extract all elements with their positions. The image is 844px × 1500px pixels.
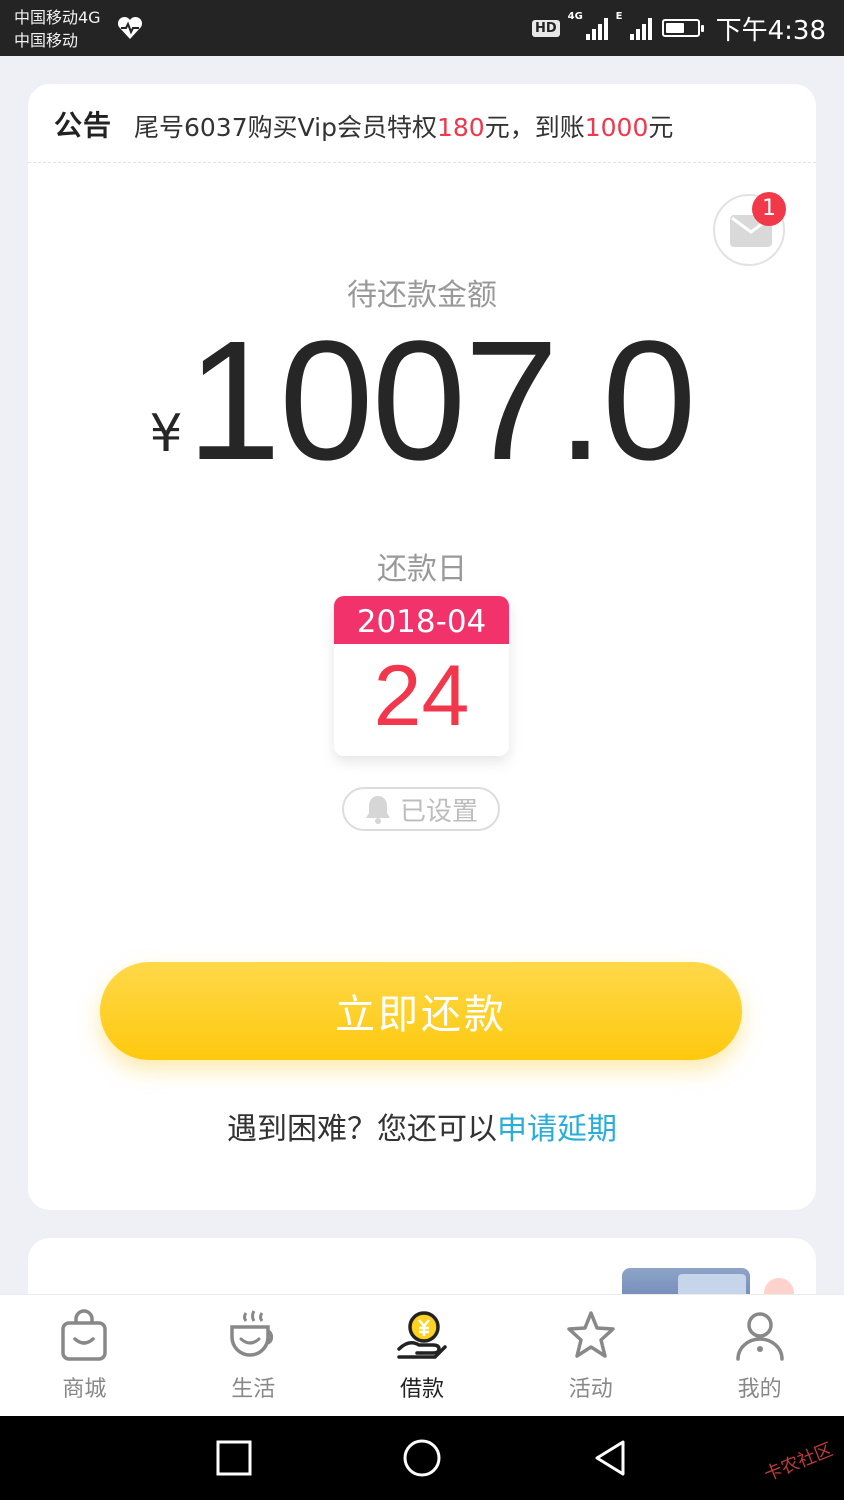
clock: 下午4:38 bbox=[715, 15, 826, 46]
message-count-badge: 1 bbox=[752, 192, 786, 226]
shop-bag-icon bbox=[61, 1309, 108, 1361]
signal-4g-icon: 4G bbox=[568, 12, 608, 40]
extension-help-text: 遇到困难？您还可以申请延期 bbox=[28, 1104, 816, 1148]
network-type-4g: 4G bbox=[567, 11, 583, 22]
reminder-set-label: 已设置 bbox=[399, 796, 478, 827]
star-icon bbox=[567, 1311, 615, 1358]
recent-apps-icon[interactable] bbox=[214, 1438, 254, 1478]
amount-due: ¥1007.0 bbox=[28, 306, 816, 496]
bell-icon bbox=[365, 796, 390, 824]
signal-e-icon: E bbox=[616, 12, 652, 40]
watermark: 卡农社区 bbox=[761, 1439, 836, 1486]
announcement-bar[interactable]: 公告 尾号6037购买Vip会员特权180元，到账1000元 bbox=[28, 84, 816, 163]
battery-icon bbox=[661, 19, 704, 37]
person-icon bbox=[735, 1312, 784, 1361]
bottom-tab-bar: 商城 生活 借款 活动 我的 bbox=[0, 1294, 844, 1417]
hd-voice-icon: HD bbox=[531, 19, 560, 37]
status-bar: 中国移动4G 中国移动 HD 4G E 下午4:38 bbox=[0, 0, 844, 56]
back-icon[interactable] bbox=[590, 1438, 630, 1478]
tab-loan-label: 借款 bbox=[399, 1377, 444, 1402]
network-type-e: E bbox=[615, 11, 623, 22]
repayment-card: 公告 尾号6037购买Vip会员特权180元，到账1000元 1 待还款金额 ¥… bbox=[28, 84, 816, 1210]
announcement-mid: 元，到账 bbox=[484, 113, 585, 142]
repay-now-button[interactable]: 立即还款 bbox=[100, 962, 742, 1060]
due-date-calendar: 2018-04 24 bbox=[334, 596, 509, 756]
currency-symbol: ¥ bbox=[149, 404, 183, 464]
due-date-label: 还款日 bbox=[377, 552, 467, 587]
due-day: 24 bbox=[373, 648, 470, 744]
tab-mine[interactable]: 我的 bbox=[675, 1295, 844, 1417]
tab-activity-label: 活动 bbox=[568, 1377, 613, 1402]
amount-due-value: 1007.0 bbox=[186, 306, 697, 496]
tab-activity[interactable]: 活动 bbox=[506, 1295, 675, 1417]
tab-loan[interactable]: 借款 bbox=[338, 1295, 507, 1417]
home-icon[interactable] bbox=[402, 1438, 442, 1478]
tab-life[interactable]: 生活 bbox=[169, 1295, 338, 1417]
announcement-text: 尾号6037购买Vip会员特权180元，到账1000元 bbox=[134, 108, 673, 144]
carrier-line-1: 中国移动4G bbox=[14, 8, 101, 27]
tab-life-label: 生活 bbox=[231, 1377, 276, 1402]
apply-extension-link[interactable]: 申请延期 bbox=[497, 1112, 617, 1147]
system-navigation-bar: 卡农社区 bbox=[0, 1416, 844, 1500]
battery-level bbox=[665, 23, 684, 33]
health-heart-icon bbox=[117, 16, 143, 39]
announcement-prefix: 尾号6037购买Vip会员特权 bbox=[134, 113, 437, 142]
loan-coin-hand-icon bbox=[397, 1311, 447, 1359]
announcement-suffix: 元 bbox=[648, 113, 674, 142]
carrier-line-2: 中国移动 bbox=[14, 31, 79, 50]
announcement-received-amount: 1000 bbox=[584, 113, 649, 142]
due-month: 2018-04 bbox=[334, 596, 509, 644]
coffee-cup-icon bbox=[230, 1310, 274, 1357]
reminder-set-button[interactable]: 已设置 bbox=[342, 787, 500, 831]
announcement-paid-amount: 180 bbox=[437, 113, 485, 142]
announcement-tag: 公告 bbox=[54, 109, 113, 142]
tab-shop[interactable]: 商城 bbox=[0, 1295, 169, 1417]
carrier-info: 中国移动4G 中国移动 bbox=[14, 6, 101, 52]
tab-shop-label: 商城 bbox=[62, 1377, 107, 1402]
help-prefix: 遇到困难？您还可以 bbox=[227, 1112, 497, 1147]
tab-mine-label: 我的 bbox=[737, 1377, 782, 1402]
